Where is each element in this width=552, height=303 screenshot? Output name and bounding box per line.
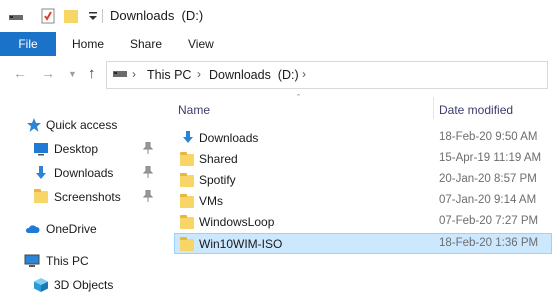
pin-icon[interactable]	[143, 142, 153, 154]
tab-file[interactable]: File	[0, 32, 56, 56]
nav-label: Desktop	[54, 142, 99, 156]
file-name: Shared	[199, 152, 238, 166]
file-row[interactable]: Spotify 20-Jan-20 8:57 PM	[174, 170, 552, 191]
tab-share[interactable]: Share	[130, 32, 162, 56]
cloud-icon	[25, 225, 40, 233]
nav-label: OneDrive	[46, 222, 97, 236]
folder-icon	[34, 189, 48, 203]
recent-locations-icon[interactable]: ▼	[68, 69, 77, 79]
file-name: Win10WIM-ISO	[199, 237, 283, 251]
tab-view[interactable]: View	[188, 32, 214, 56]
nav-screenshots[interactable]: Screenshots	[0, 185, 168, 209]
nav-label: Screenshots	[54, 190, 121, 204]
folder-icon	[180, 173, 194, 187]
file-name: Spotify	[199, 173, 236, 187]
forward-arrow-icon[interactable]: →	[41, 65, 55, 81]
sort-ascending-icon: ˆ	[297, 93, 300, 103]
nav-label: Downloads	[54, 166, 114, 180]
tab-home[interactable]: Home	[72, 32, 104, 56]
file-name: Downloads	[199, 131, 259, 145]
folder-icon	[180, 215, 194, 229]
folder-icon	[180, 152, 194, 166]
file-date: 15-Apr-19 11:19 AM	[439, 152, 542, 164]
file-row[interactable]: VMs 07-Jan-20 9:14 AM	[174, 191, 552, 212]
drive-icon[interactable]	[8, 8, 24, 24]
star-icon	[27, 118, 41, 132]
ribbon-tabs: File Home Share View	[0, 32, 552, 56]
back-arrow-icon[interactable]: ←	[13, 65, 27, 81]
folder-icon	[180, 194, 194, 208]
customize-dropdown-icon[interactable]	[85, 8, 101, 24]
file-date: 07-Jan-20 9:14 AM	[439, 194, 537, 206]
file-row[interactable]: Shared 15-Apr-19 11:19 AM	[174, 149, 552, 170]
breadcrumb-chevron-icon[interactable]: ›	[302, 67, 306, 81]
file-date: 18-Feb-20 9:50 AM	[439, 131, 538, 143]
nav-quick-access[interactable]: Quick access	[0, 113, 168, 137]
file-name: WindowsLoop	[199, 215, 275, 229]
file-name: VMs	[199, 194, 223, 208]
column-header-date-modified[interactable]: Date modified	[439, 103, 513, 117]
pin-icon[interactable]	[143, 166, 153, 178]
file-date: 07-Feb-20 7:27 PM	[439, 215, 539, 227]
nav-label: 3D Objects	[54, 278, 114, 292]
file-row[interactable]: Downloads 18-Feb-20 9:50 AM	[174, 128, 552, 149]
title-separator	[102, 9, 103, 23]
breadcrumb-chevron-icon[interactable]: ›	[132, 67, 136, 81]
up-arrow-icon[interactable]: ↑	[88, 65, 96, 82]
nav-3d-objects[interactable]: 3D Objects	[0, 273, 168, 297]
breadcrumb-chevron-icon[interactable]: ›	[197, 67, 201, 81]
address-bar[interactable]: › This PC › Downloads (D:) ›	[106, 61, 548, 89]
nav-downloads[interactable]: Downloads	[0, 161, 168, 185]
new-folder-icon[interactable]	[63, 8, 79, 24]
pin-icon[interactable]	[143, 190, 153, 202]
breadcrumb-downloads-d[interactable]: Downloads (D:)	[209, 68, 299, 82]
title-bar: Downloads (D:)	[0, 0, 552, 32]
file-date: 18-Feb-20 1:36 PM	[439, 237, 539, 249]
nav-this-pc[interactable]: This PC	[0, 249, 168, 273]
column-separator[interactable]	[433, 97, 434, 119]
nav-label: Quick access	[46, 118, 118, 132]
file-row-selected[interactable]: Win10WIM-ISO 18-Feb-20 1:36 PM	[174, 233, 552, 254]
download-arrow-icon	[183, 131, 193, 143]
drive-icon	[113, 71, 127, 77]
file-date: 20-Jan-20 8:57 PM	[439, 173, 537, 185]
window-title: Downloads (D:)	[110, 8, 204, 23]
computer-icon	[24, 254, 40, 267]
address-row: ← → ▼ ↑ › This PC › Downloads (D:) ›	[0, 57, 552, 93]
file-row[interactable]: WindowsLoop 07-Feb-20 7:27 PM	[174, 212, 552, 233]
nav-onedrive[interactable]: OneDrive	[0, 217, 168, 241]
file-list: ˆ Name Date modified Downloads 18-Feb-20…	[168, 93, 552, 303]
properties-icon[interactable]	[40, 8, 56, 24]
breadcrumb-this-pc[interactable]: This PC	[147, 68, 191, 82]
desktop-icon	[34, 143, 48, 156]
nav-label: This PC	[46, 254, 89, 268]
column-header-name[interactable]: Name	[178, 103, 210, 117]
folder-icon	[180, 237, 194, 251]
download-arrow-icon	[36, 166, 46, 179]
navigation-pane: Quick access Desktop Downloads Screensho…	[0, 93, 168, 303]
nav-desktop[interactable]: Desktop	[0, 137, 168, 161]
cube-icon	[34, 278, 48, 292]
